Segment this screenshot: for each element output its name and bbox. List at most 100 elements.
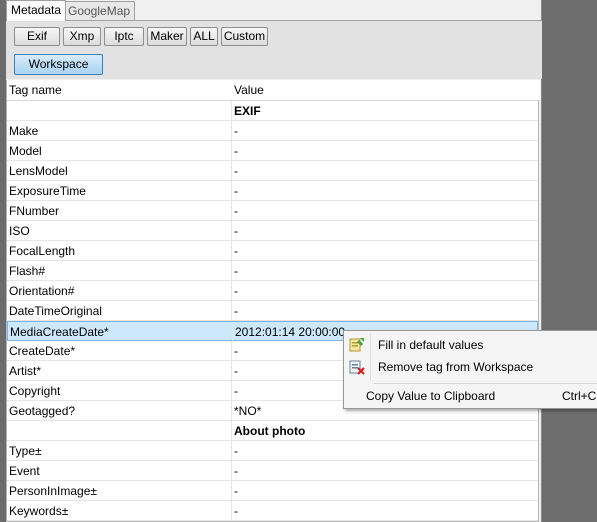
column-divider <box>231 281 232 301</box>
column-divider <box>231 461 232 481</box>
value-cell[interactable]: - <box>234 164 238 178</box>
table-row[interactable]: ExposureTime - <box>7 181 538 201</box>
column-divider <box>231 381 232 401</box>
menu-item-remove-tag[interactable]: Remove tag from Workspace <box>344 356 597 378</box>
table-row[interactable]: LensModel - <box>7 161 538 181</box>
fill-default-icon <box>349 337 365 353</box>
value-cell[interactable]: - <box>234 144 238 158</box>
value-cell[interactable]: - <box>234 484 238 498</box>
column-header-value[interactable]: Value <box>234 83 264 97</box>
xmp-button[interactable]: Xmp <box>63 27 101 46</box>
column-divider <box>231 401 232 421</box>
column-divider <box>231 481 232 501</box>
value-cell[interactable]: - <box>234 184 238 198</box>
column-divider <box>231 421 232 441</box>
value-cell[interactable]: - <box>234 244 238 258</box>
table-row[interactable]: ISO - <box>7 221 538 241</box>
column-divider <box>231 121 232 141</box>
section-row[interactable]: About photo <box>7 421 538 441</box>
tag-name-cell: Make <box>9 124 39 138</box>
tag-name-cell: LensModel <box>9 164 68 178</box>
menu-separator <box>374 383 597 384</box>
tag-name-cell: MediaCreateDate* <box>10 325 109 339</box>
tag-name-cell: Orientation# <box>9 284 75 298</box>
column-header-tag[interactable]: Tag name <box>9 83 62 97</box>
workspace-button[interactable]: Workspace <box>14 54 103 75</box>
value-cell[interactable]: - <box>234 284 238 298</box>
menu-item-label: Remove tag from Workspace <box>378 360 534 374</box>
column-divider <box>231 361 232 381</box>
value-cell[interactable]: - <box>234 464 238 478</box>
filter-toolbar: Exif Xmp Iptc Maker ALL Custom Workspace <box>6 21 542 79</box>
column-divider <box>231 261 232 281</box>
column-divider <box>231 441 232 461</box>
column-divider <box>231 181 232 201</box>
value-cell[interactable]: - <box>234 384 238 398</box>
menu-item-fill-default[interactable]: Fill in default values <box>344 334 597 356</box>
value-cell[interactable]: - <box>234 204 238 218</box>
table-row[interactable]: DateTimeOriginal - <box>7 301 538 321</box>
table-row[interactable]: FNumber - <box>7 201 538 221</box>
tab-googlemap[interactable]: GoogleMap <box>63 1 136 20</box>
column-divider <box>231 501 232 521</box>
context-menu: Fill in default values Remove tag from W… <box>343 330 597 409</box>
table-row[interactable]: Type± - <box>7 441 538 461</box>
table-row[interactable]: Make - <box>7 121 538 141</box>
column-divider <box>231 201 232 221</box>
section-label: EXIF <box>234 104 261 118</box>
tag-name-cell: Keywords± <box>9 504 69 518</box>
value-cell[interactable]: - <box>234 124 238 138</box>
menu-item-label: Fill in default values <box>378 338 484 352</box>
value-cell[interactable]: - <box>234 224 238 238</box>
tag-name-cell: ISO <box>9 224 30 238</box>
iptc-button[interactable]: Iptc <box>104 27 144 46</box>
tag-name-cell: PersonInImage± <box>9 484 97 498</box>
value-cell[interactable]: - <box>234 444 238 458</box>
remove-tag-icon <box>349 359 365 375</box>
tab-metadata[interactable]: Metadata <box>6 0 67 21</box>
grid-header: Tag name Value <box>7 80 540 101</box>
tag-name-cell: Event <box>9 464 40 478</box>
table-row[interactable]: Keywords± - <box>7 501 538 521</box>
table-row[interactable]: PersonInImage± - <box>7 481 538 501</box>
tag-name-cell: ExposureTime <box>9 184 86 198</box>
value-cell[interactable]: - <box>234 264 238 278</box>
table-row[interactable]: FocalLength - <box>7 241 538 261</box>
column-divider <box>231 221 232 241</box>
metadata-grid: Tag name Value EXIF Make - Model - LensModel -… <box>6 80 540 522</box>
value-cell[interactable]: - <box>234 304 238 318</box>
value-cell[interactable]: *NO* <box>234 404 261 418</box>
maker-button[interactable]: Maker <box>147 27 187 46</box>
value-cell[interactable]: - <box>234 364 238 378</box>
table-row[interactable]: Model - <box>7 141 538 161</box>
metadata-panel: Metadata GoogleMap Exif Xmp Iptc Maker A… <box>6 0 542 522</box>
section-label: About photo <box>234 424 306 438</box>
exif-button[interactable]: Exif <box>14 27 60 46</box>
table-row[interactable]: Orientation# - <box>7 281 538 301</box>
section-row[interactable]: EXIF <box>7 101 538 121</box>
all-button[interactable]: ALL <box>190 27 218 46</box>
value-cell[interactable]: - <box>234 504 238 518</box>
tag-name-cell: FNumber <box>9 204 60 218</box>
background-area <box>542 0 597 522</box>
table-row[interactable]: Event - <box>7 461 538 481</box>
column-divider <box>231 101 232 121</box>
tag-name-cell: DateTimeOriginal <box>9 304 102 318</box>
menu-item-copy-value[interactable]: Copy Value to Clipboard Ctrl+C <box>344 385 597 407</box>
tag-name-cell: Geotagged? <box>9 404 76 418</box>
value-cell[interactable]: 2012:01:14 20:00:00 <box>235 325 345 339</box>
column-divider <box>231 341 232 361</box>
tag-name-cell: Copyright <box>9 384 61 398</box>
custom-button[interactable]: Custom <box>221 27 268 46</box>
value-cell[interactable]: - <box>234 344 238 358</box>
tag-name-cell: CreateDate* <box>9 344 76 358</box>
menu-item-shortcut: Ctrl+C <box>562 389 597 403</box>
column-divider <box>231 141 232 161</box>
menu-item-label: Copy Value to Clipboard <box>366 389 496 403</box>
tag-name-cell: Flash# <box>9 264 46 278</box>
column-divider <box>231 301 232 321</box>
column-divider <box>232 322 233 342</box>
table-row[interactable]: Flash# - <box>7 261 538 281</box>
tag-name-cell: FocalLength <box>9 244 76 258</box>
tag-name-cell: Type± <box>9 444 42 458</box>
